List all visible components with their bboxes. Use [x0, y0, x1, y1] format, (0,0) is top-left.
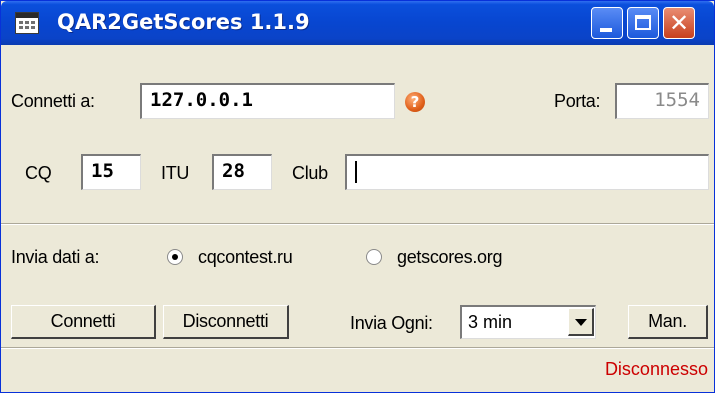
- port-input[interactable]: 1554: [615, 83, 709, 119]
- chevron-down-icon: [575, 319, 587, 326]
- manual-button[interactable]: Man.: [628, 305, 708, 339]
- cq-input[interactable]: 15: [81, 154, 141, 190]
- interval-select[interactable]: 3 min: [460, 305, 596, 339]
- maximize-icon: [635, 15, 651, 30]
- radio-cqcontest[interactable]: [167, 249, 183, 265]
- divider: [1, 223, 714, 225]
- close-button[interactable]: ✕: [663, 7, 695, 39]
- text-caret: [355, 161, 357, 183]
- status-divider: [1, 347, 714, 349]
- interval-value: 3 min: [468, 312, 513, 332]
- port-value: 1554: [654, 89, 700, 111]
- send-interval-label: Invia Ogni:: [350, 313, 433, 333]
- app-icon[interactable]: [15, 12, 39, 34]
- send-to-label: Invia dati a:: [11, 247, 100, 267]
- host-input[interactable]: 127.0.0.1: [140, 83, 395, 119]
- host-value: 127.0.0.1: [150, 89, 253, 111]
- itu-value: 28: [222, 160, 245, 182]
- minimize-button[interactable]: [591, 7, 623, 39]
- window-title: QAR2GetScores 1.1.9: [57, 10, 310, 34]
- radio-getscores[interactable]: [366, 249, 382, 265]
- radio-getscores-label[interactable]: getscores.org: [397, 247, 502, 268]
- radio-cqcontest-label[interactable]: cqcontest.ru: [198, 247, 293, 268]
- title-bar[interactable]: QAR2GetScores 1.1.9 ✕: [1, 1, 714, 45]
- disconnect-button[interactable]: Disconnetti: [163, 305, 289, 339]
- dropdown-button[interactable]: [568, 308, 594, 336]
- port-label: Porta:: [554, 91, 601, 111]
- itu-input[interactable]: 28: [212, 154, 272, 190]
- app-window: QAR2GetScores 1.1.9 ✕ Connetti a: 127.0.…: [0, 0, 715, 393]
- connect-button[interactable]: Connetti: [11, 305, 156, 339]
- close-icon: ✕: [668, 9, 690, 37]
- maximize-button[interactable]: [627, 7, 659, 39]
- help-icon[interactable]: ?: [405, 92, 425, 112]
- cq-value: 15: [91, 160, 114, 182]
- connection-status: Disconnesso: [604, 359, 708, 379]
- club-label: Club: [292, 163, 328, 183]
- radio-selected-dot: [172, 254, 178, 260]
- itu-label: ITU: [161, 163, 190, 183]
- minimize-icon: [600, 28, 612, 32]
- cq-label: CQ: [25, 163, 52, 183]
- club-input[interactable]: [345, 154, 709, 190]
- connect-to-label: Connetti a:: [11, 91, 95, 111]
